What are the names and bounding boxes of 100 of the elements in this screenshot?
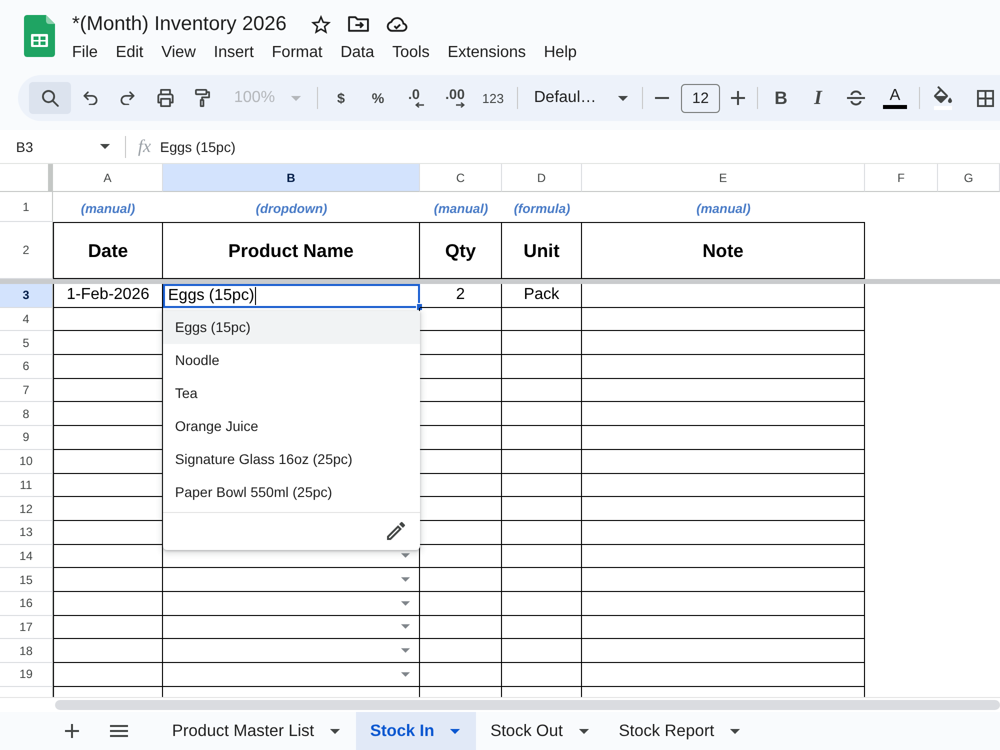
dropdown-arrow-icon[interactable] xyxy=(401,600,410,606)
folder-arrow-icon[interactable] xyxy=(348,16,369,32)
column-header[interactable]: A xyxy=(53,164,163,192)
column-header[interactable]: B xyxy=(163,164,420,192)
dropdown-option[interactable]: Paper Bowl 550ml (25pc) xyxy=(163,476,420,509)
printer-icon[interactable] xyxy=(156,89,174,107)
menu-item[interactable]: Extensions xyxy=(442,42,532,64)
caret-icon[interactable] xyxy=(730,728,740,734)
row-header[interactable]: 6 xyxy=(0,355,53,379)
row-header[interactable]: 3 xyxy=(0,284,53,308)
row-header[interactable]: 1 xyxy=(0,192,53,222)
menu-item[interactable]: Tools xyxy=(386,42,436,64)
menu-item[interactable]: View xyxy=(155,42,202,64)
search-icon[interactable] xyxy=(42,90,58,106)
row-header[interactable]: 17 xyxy=(0,616,53,640)
column-note: (dropdown) xyxy=(254,200,328,218)
menu-item[interactable]: Format xyxy=(266,42,328,64)
horizontal-scrollbar[interactable] xyxy=(55,700,1000,710)
document-title[interactable]: *(Month) Inventory 2026 xyxy=(72,12,287,36)
menu-icon[interactable] xyxy=(110,725,128,737)
arrow-left-icon xyxy=(415,102,424,108)
sheet-tab[interactable]: Stock In xyxy=(356,712,476,750)
column-note: (manual) xyxy=(432,200,490,218)
column-header[interactable]: E xyxy=(582,164,865,192)
dropdown-option[interactable]: Noodle xyxy=(163,344,420,377)
star-icon[interactable] xyxy=(310,14,331,34)
grid-icon[interactable] xyxy=(976,90,994,106)
row-header[interactable]: 18 xyxy=(0,639,53,663)
column-note: (formula) xyxy=(512,200,572,218)
caret-icon xyxy=(291,96,301,100)
row-header[interactable]: 19 xyxy=(0,663,53,687)
italic-button[interactable]: I xyxy=(804,82,832,114)
header-cell: Date xyxy=(53,222,163,279)
number-format-button[interactable]: 123 xyxy=(477,82,509,114)
name-box[interactable]: B3 xyxy=(0,132,117,160)
sheet-tab[interactable]: Stock Report xyxy=(604,712,756,750)
row-header[interactable]: 7 xyxy=(0,378,53,402)
dropdown-arrow-icon[interactable] xyxy=(401,648,410,654)
menu-item[interactable]: Insert xyxy=(208,42,260,64)
decrease-decimal-button[interactable]: .0 xyxy=(398,82,430,114)
caret-icon[interactable] xyxy=(100,144,110,149)
undo-icon[interactable] xyxy=(82,91,98,105)
row-header[interactable]: 12 xyxy=(0,497,53,521)
cell-reference: B3 xyxy=(16,138,34,154)
row-header[interactable]: 5 xyxy=(0,331,53,356)
dropdown-arrow-icon[interactable] xyxy=(401,577,410,582)
text-color-button[interactable]: A xyxy=(881,82,909,114)
column-note: (manual) xyxy=(80,200,136,218)
row-header[interactable]: 11 xyxy=(0,474,53,498)
dropdown-option[interactable]: Eggs (15pc) xyxy=(163,310,420,344)
redo-icon[interactable] xyxy=(120,91,134,105)
menu-item[interactable]: Help xyxy=(538,42,583,64)
menu-item[interactable]: Edit xyxy=(110,42,150,64)
menu-item[interactable]: File xyxy=(66,42,104,64)
search-button[interactable] xyxy=(29,82,71,114)
dropdown-arrow-icon[interactable] xyxy=(401,553,410,558)
row-header[interactable]: 8 xyxy=(0,402,53,426)
strikethrough-icon[interactable] xyxy=(847,90,865,106)
dropdown-option[interactable]: Orange Juice xyxy=(163,410,420,443)
column-header[interactable]: D xyxy=(502,164,582,192)
spreadsheet-logo-icon[interactable] xyxy=(24,15,55,57)
paint-bucket-icon[interactable] xyxy=(934,86,952,110)
column-header[interactable]: C xyxy=(420,164,502,192)
row-header[interactable]: 10 xyxy=(0,450,53,474)
dropdown-arrow-icon[interactable] xyxy=(401,624,410,630)
column-header[interactable]: F xyxy=(865,164,938,192)
row-header[interactable]: 9 xyxy=(0,426,53,450)
bold-button[interactable]: B xyxy=(767,82,795,114)
paint-roller-icon[interactable] xyxy=(194,89,210,107)
currency-button[interactable]: $ xyxy=(327,82,355,114)
column-header[interactable]: G xyxy=(938,164,1000,192)
plus-icon[interactable] xyxy=(65,724,79,738)
sheet-tab[interactable]: Product Master List xyxy=(158,712,356,750)
dropdown-option[interactable]: Signature Glass 16oz (25pc) xyxy=(163,442,420,476)
row-header[interactable]: 4 xyxy=(0,308,53,332)
fill-handle[interactable] xyxy=(416,302,423,311)
table-cell: 2 xyxy=(420,284,502,308)
row-header[interactable]: 15 xyxy=(0,568,53,592)
row-header[interactable]: 14 xyxy=(0,544,53,568)
row-header[interactable]: 13 xyxy=(0,520,53,545)
dropdown-arrow-icon[interactable] xyxy=(401,672,410,677)
menu-item[interactable]: Data xyxy=(334,42,380,64)
pencil-icon[interactable] xyxy=(387,522,405,540)
percent-button[interactable]: % xyxy=(364,82,392,114)
cloud-check-icon[interactable] xyxy=(386,16,408,32)
color-swatch-icon xyxy=(883,104,907,108)
arrow-right-icon xyxy=(456,102,465,108)
caret-icon[interactable] xyxy=(330,728,340,734)
cell-editor[interactable]: Eggs (15pc) xyxy=(163,284,420,308)
caret-icon[interactable] xyxy=(450,728,460,734)
formula-field[interactable]: Eggs (15pc) xyxy=(160,138,236,154)
font-size-field[interactable]: 12 xyxy=(681,84,720,112)
row-header[interactable]: 2 xyxy=(0,222,53,279)
increase-decimal-button[interactable]: .00 xyxy=(439,82,471,114)
dropdown-option[interactable]: Tea xyxy=(163,376,420,410)
plus-icon[interactable] xyxy=(731,91,745,105)
font-select[interactable]: Defaul… xyxy=(528,82,632,114)
sheet-tab[interactable]: Stock Out xyxy=(476,712,605,750)
row-header[interactable]: 16 xyxy=(0,592,53,616)
caret-icon[interactable] xyxy=(578,728,589,734)
